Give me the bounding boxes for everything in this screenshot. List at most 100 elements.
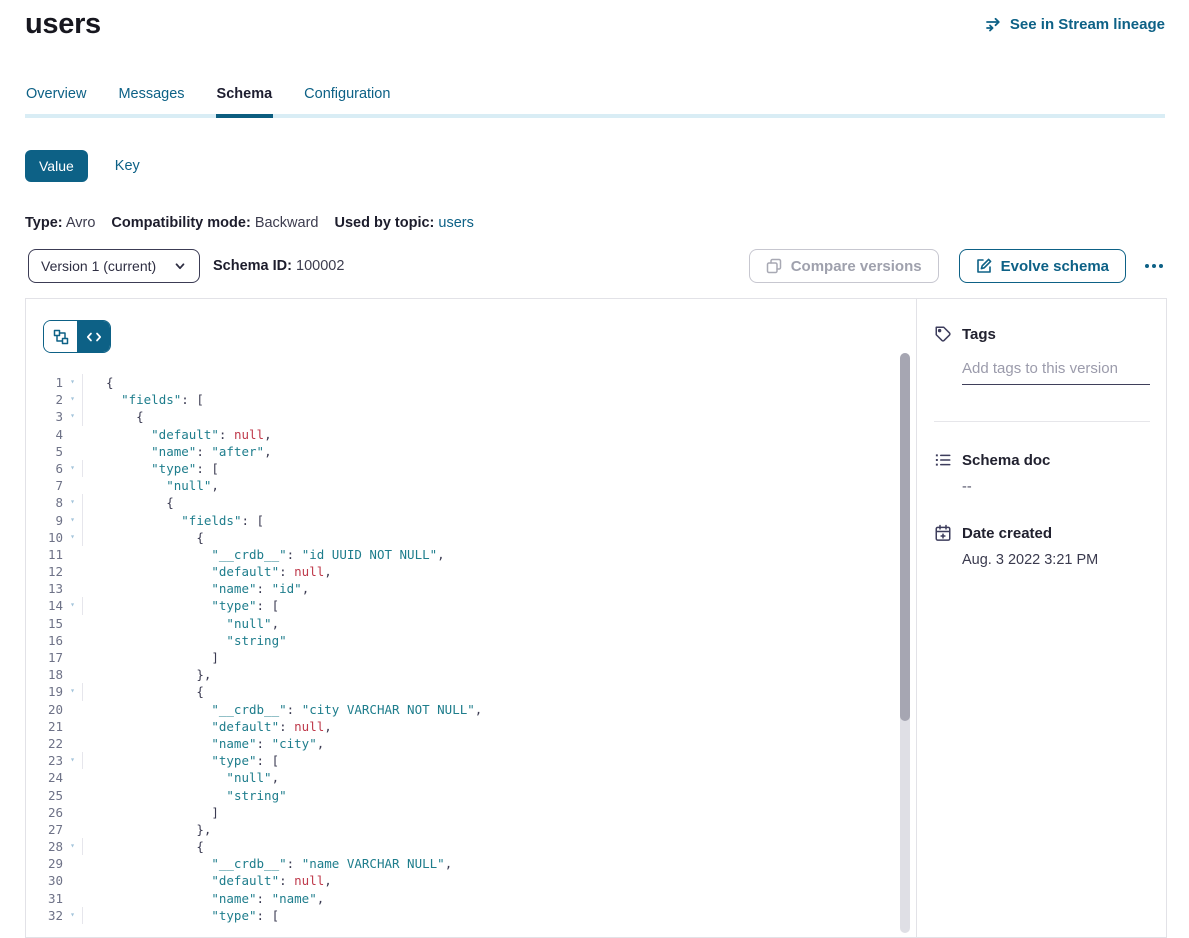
code-line: 13 ▾ "name": "id", (26, 580, 896, 597)
fold-arrow-icon[interactable]: ▾ (63, 391, 83, 408)
fold-arrow-icon[interactable]: ▾ (63, 752, 83, 769)
line-code: "default": null, (83, 426, 272, 443)
fold-arrow-icon[interactable]: ▾ (63, 529, 83, 546)
controls-row: Version 1 (current) Schema ID: 100002 Co… (28, 248, 1165, 284)
line-number: 11 (26, 546, 63, 563)
line-code: "string" (83, 632, 287, 649)
line-code: "default": null, (83, 872, 332, 889)
tree-view-icon (53, 329, 69, 345)
line-number: 3 (26, 408, 63, 425)
schema-type: Type: Avro (25, 215, 95, 231)
fold-arrow-icon[interactable]: ▾ (63, 408, 83, 425)
code-line: 20 ▾ "__crdb__": "city VARCHAR NOT NULL"… (26, 701, 896, 718)
version-select-value: Version 1 (current) (41, 258, 156, 274)
line-number: 22 (26, 735, 63, 752)
code-line: 5 ▾ "name": "after", (26, 443, 896, 460)
line-number: 6 (26, 460, 63, 477)
line-code: "default": null, (83, 718, 332, 735)
tags-input[interactable] (962, 360, 1150, 385)
scrollbar-thumb[interactable] (900, 353, 910, 721)
code-line: 25 ▾ "string" (26, 787, 896, 804)
code-line: 24 ▾ "null", (26, 769, 896, 786)
code-line: 31 ▾ "name": "name", (26, 890, 896, 907)
tag-icon (934, 325, 952, 343)
fold-arrow-icon[interactable]: ▾ (63, 494, 83, 511)
line-number: 10 (26, 529, 63, 546)
side-divider (934, 421, 1150, 422)
compatibility-mode: Compatibility mode: Backward (111, 215, 318, 231)
code-line: 27 ▾ }, (26, 821, 896, 838)
tab-messages[interactable]: Messages (117, 86, 185, 118)
code-line: 28 ▾ { (26, 838, 896, 855)
line-code: "type": [ (83, 907, 279, 924)
line-code: "name": "after", (83, 443, 272, 460)
schema-id: Schema ID: 100002 (213, 258, 344, 274)
line-number: 15 (26, 615, 63, 632)
line-code: "type": [ (83, 597, 279, 614)
fold-arrow-icon[interactable]: ▾ (63, 597, 83, 614)
code-view-button[interactable] (77, 321, 110, 352)
compare-versions-button[interactable]: Compare versions (749, 249, 939, 283)
line-code: "type": [ (83, 460, 219, 477)
chevron-down-icon (173, 259, 187, 273)
code-line: 12 ▾ "default": null, (26, 563, 896, 580)
evolve-schema-button[interactable]: Evolve schema (959, 249, 1126, 283)
code-line: 10 ▾ { (26, 529, 896, 546)
line-code: "name": "name", (83, 890, 324, 907)
tab-overview[interactable]: Overview (25, 86, 87, 118)
line-number: 24 (26, 769, 63, 786)
code-line: 3 ▾ { (26, 408, 896, 425)
code-line: 6 ▾ "type": [ (26, 460, 896, 477)
more-options-button[interactable] (1143, 258, 1165, 274)
line-code: "__crdb__": "city VARCHAR NOT NULL", (83, 701, 482, 718)
fold-arrow-icon[interactable]: ▾ (63, 683, 83, 700)
code-line: 18 ▾ }, (26, 666, 896, 683)
line-code: }, (83, 666, 211, 683)
code-line: 16 ▾ "string" (26, 632, 896, 649)
code-line: 29 ▾ "__crdb__": "name VARCHAR NULL", (26, 855, 896, 872)
line-code: "null", (83, 615, 279, 632)
schema-doc-section: Schema doc -- (934, 451, 1150, 495)
fold-arrow-icon[interactable]: ▾ (63, 460, 83, 477)
key-button[interactable]: Key (115, 158, 140, 174)
stream-lineage-label: See in Stream lineage (1010, 16, 1165, 33)
line-number: 14 (26, 597, 63, 614)
tab-configuration[interactable]: Configuration (303, 86, 391, 118)
code-line: 2 ▾ "fields": [ (26, 391, 896, 408)
line-code: "default": null, (83, 563, 332, 580)
schema-card: 1 ▾ { 2 ▾ "fields": [ 3 ▾ { 4 ▾ "default… (25, 298, 1167, 938)
view-toggle (43, 320, 111, 353)
fold-arrow-icon[interactable]: ▾ (63, 838, 83, 855)
line-code: }, (83, 821, 211, 838)
code-line: 14 ▾ "type": [ (26, 597, 896, 614)
topic-link[interactable]: users (438, 215, 473, 231)
line-code: { (83, 529, 204, 546)
fold-arrow-icon[interactable]: ▾ (63, 512, 83, 529)
version-select[interactable]: Version 1 (current) (28, 249, 200, 283)
code-line: 22 ▾ "name": "city", (26, 735, 896, 752)
line-number: 30 (26, 872, 63, 889)
line-number: 18 (26, 666, 63, 683)
fold-arrow-icon[interactable]: ▾ (63, 374, 83, 391)
code-line: 30 ▾ "default": null, (26, 872, 896, 889)
line-code: "string" (83, 787, 287, 804)
value-key-toggle: Value Key (25, 150, 1189, 182)
editor-scrollbar[interactable] (900, 353, 910, 933)
tree-view-button[interactable] (44, 321, 77, 352)
used-by-topic: Used by topic: users (334, 215, 473, 231)
line-number: 31 (26, 890, 63, 907)
tab-schema[interactable]: Schema (216, 86, 274, 118)
code-view-icon (86, 329, 102, 345)
calendar-plus-icon (934, 524, 952, 542)
line-number: 28 (26, 838, 63, 855)
value-button[interactable]: Value (25, 150, 88, 182)
code-line: 1 ▾ { (26, 374, 896, 391)
line-code: "__crdb__": "name VARCHAR NULL", (83, 855, 452, 872)
code-line: 19 ▾ { (26, 683, 896, 700)
schema-doc-value: -- (962, 479, 1150, 495)
code-line: 23 ▾ "type": [ (26, 752, 896, 769)
stream-lineage-link[interactable]: See in Stream lineage (985, 16, 1165, 33)
code-line: 7 ▾ "null", (26, 477, 896, 494)
fold-arrow-icon[interactable]: ▾ (63, 907, 83, 924)
line-number: 20 (26, 701, 63, 718)
